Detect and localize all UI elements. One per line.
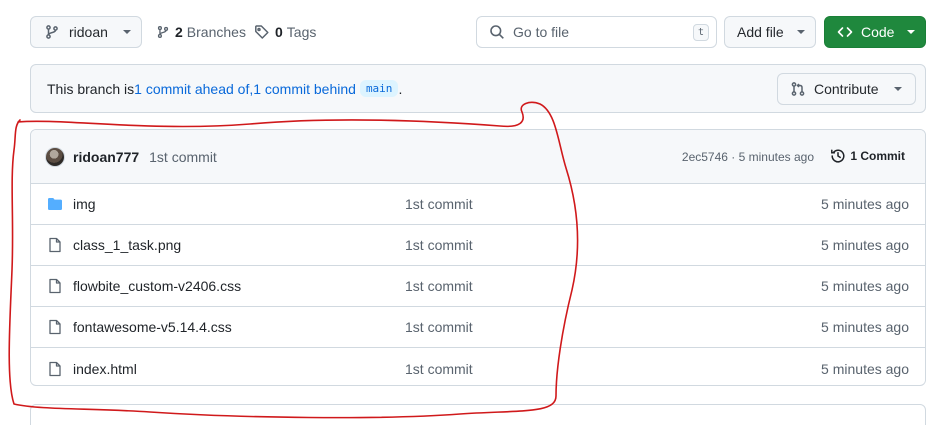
tag-icon: [254, 24, 270, 40]
git-branch-icon: [44, 24, 60, 40]
search-icon: [489, 24, 505, 40]
file-name[interactable]: flowbite_custom-v2406.css: [73, 278, 241, 294]
banner-prefix: This branch is: [47, 80, 135, 97]
contribute-label: Contribute: [814, 81, 879, 97]
file-icon: [47, 237, 63, 253]
go-to-file-search[interactable]: t: [476, 16, 717, 48]
add-file-label: Add file: [737, 24, 784, 40]
branches-link[interactable]: 2 Branches: [156, 24, 246, 40]
contribute-button[interactable]: Contribute: [777, 73, 916, 105]
commit-author[interactable]: ridoan777: [73, 149, 139, 165]
file-name[interactable]: class_1_task.png: [73, 237, 181, 253]
shortcut-hint: t: [693, 24, 709, 41]
commit-hash-time[interactable]: 2ec5746 · 5 minutes ago: [682, 150, 814, 164]
code-button[interactable]: Code: [824, 16, 926, 48]
file-name[interactable]: img: [73, 196, 96, 212]
commits-behind-link[interactable]: 1 commit behind: [253, 81, 356, 97]
commits-ahead-link[interactable]: 1 commit ahead of: [134, 81, 249, 97]
chevron-down-icon: [122, 29, 132, 35]
chevron-down-icon: [796, 29, 806, 35]
folder-icon: [47, 196, 63, 212]
base-branch-label[interactable]: main: [359, 80, 399, 97]
file-commit-message[interactable]: 1st commit: [405, 196, 473, 212]
branches-count: 2: [175, 24, 183, 40]
code-icon: [837, 24, 853, 40]
branches-label: Branches: [186, 24, 246, 40]
file-icon: [47, 278, 63, 294]
file-commit-message[interactable]: 1st commit: [405, 361, 473, 377]
commit-history-link[interactable]: 1 Commit: [830, 148, 905, 164]
add-file-button[interactable]: Add file: [724, 16, 816, 48]
git-branch-icon: [156, 24, 170, 40]
chevron-down-icon: [893, 86, 903, 92]
file-commit-message[interactable]: 1st commit: [405, 278, 473, 294]
branch-selector-button[interactable]: ridoan: [30, 16, 142, 48]
avatar[interactable]: [45, 146, 65, 167]
file-age: 5 minutes ago: [821, 237, 909, 253]
file-commit-message[interactable]: 1st commit: [405, 319, 473, 335]
tags-link[interactable]: 0 Tags: [254, 24, 316, 40]
file-row[interactable]: fontawesome-v5.14.4.css 1st commit 5 min…: [31, 307, 925, 348]
file-row[interactable]: index.html 1st commit 5 minutes ago: [31, 348, 925, 385]
file-age: 5 minutes ago: [821, 278, 909, 294]
commit-count: 1 Commit: [850, 149, 905, 163]
latest-commit-bar: ridoan777 1st commit 2ec5746 · 5 minutes…: [31, 130, 925, 184]
file-row[interactable]: class_1_task.png 1st commit 5 minutes ag…: [31, 225, 925, 266]
file-row[interactable]: flowbite_custom-v2406.css 1st commit 5 m…: [31, 266, 925, 307]
code-label: Code: [861, 24, 895, 40]
file-age: 5 minutes ago: [821, 319, 909, 335]
file-icon: [47, 319, 63, 335]
branch-status-banner: This branch is 1 commit ahead of , 1 com…: [30, 64, 926, 113]
commit-message[interactable]: 1st commit: [149, 149, 217, 165]
file-row[interactable]: img 1st commit 5 minutes ago: [31, 184, 925, 225]
file-age: 5 minutes ago: [821, 196, 909, 212]
file-icon: [47, 361, 63, 377]
git-pull-request-icon: [790, 81, 806, 97]
readme-panel: [30, 404, 926, 425]
search-input[interactable]: [513, 24, 683, 40]
tags-count: 0: [275, 24, 283, 40]
file-commit-message[interactable]: 1st commit: [405, 237, 473, 253]
file-age: 5 minutes ago: [821, 360, 909, 377]
file-name[interactable]: index.html: [73, 361, 137, 377]
branch-name: ridoan: [69, 24, 108, 40]
file-name[interactable]: fontawesome-v5.14.4.css: [73, 319, 232, 335]
file-table: ridoan777 1st commit 2ec5746 · 5 minutes…: [30, 129, 926, 386]
tags-label: Tags: [286, 24, 317, 40]
chevron-down-icon: [906, 29, 916, 35]
history-icon: [830, 148, 846, 164]
banner-suffix: .: [398, 80, 403, 97]
